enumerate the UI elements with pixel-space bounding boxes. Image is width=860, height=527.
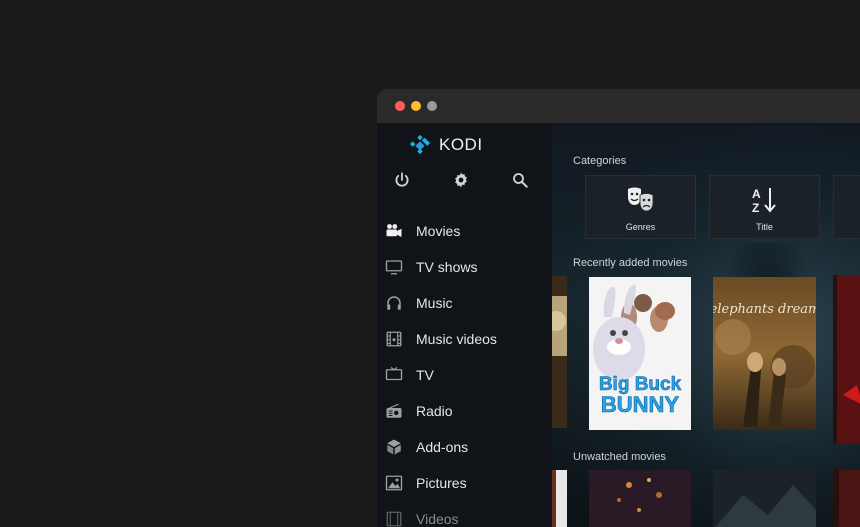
movie-camera-icon: [385, 222, 403, 240]
sidebar-item-movies[interactable]: Movies: [377, 213, 552, 249]
movie-poster-partial-right[interactable]: [833, 275, 860, 443]
sidebar-item-music-videos[interactable]: Music videos: [377, 321, 552, 357]
picture-icon: [385, 474, 403, 492]
close-window-button[interactable]: [395, 101, 405, 111]
sidebar-item-label: Videos: [416, 511, 459, 527]
category-genres[interactable]: Genres: [585, 175, 696, 239]
poster-title-line2: BUNNY: [601, 392, 680, 417]
radio-icon: [385, 402, 403, 420]
movie-poster-unwatched-partial-left[interactable]: [552, 470, 567, 527]
sidebar-item-label: Radio: [416, 403, 453, 419]
category-partial[interactable]: [833, 175, 860, 239]
sidebar-item-label: Music: [416, 295, 453, 311]
sidebar-item-label: Movies: [416, 223, 461, 239]
film-strip-icon: [385, 510, 403, 527]
app-content: KODI Movies TV shows Music Music videos …: [377, 123, 860, 527]
tv-icon: [385, 366, 403, 384]
theater-masks-icon: [626, 186, 656, 214]
sidebar-item-label: Music videos: [416, 331, 497, 347]
sidebar-item-label: TV: [416, 367, 434, 383]
app-window: KODI Movies TV shows Music Music videos …: [377, 89, 860, 527]
sidebar-item-tv[interactable]: TV: [377, 357, 552, 393]
category-label: Genres: [625, 222, 656, 232]
tv-icon: [385, 258, 403, 276]
poster-title: elephants dream: [713, 302, 816, 317]
app-name: KODI: [439, 135, 483, 154]
gear-icon[interactable]: [452, 171, 472, 191]
power-icon[interactable]: [393, 171, 413, 191]
sidebar-item-radio[interactable]: Radio: [377, 393, 552, 429]
movie-poster-unwatched-partial-right[interactable]: [833, 470, 860, 527]
kodi-logo-icon: [409, 134, 431, 155]
svg-text:Z: Z: [752, 201, 759, 214]
sidebar-item-label: Add-ons: [416, 439, 469, 455]
sidebar-item-tv-shows[interactable]: TV shows: [377, 249, 552, 285]
category-title[interactable]: A Z Title: [709, 175, 820, 239]
film-strip-icon: [385, 330, 403, 348]
sidebar-item-videos[interactable]: Videos: [377, 501, 552, 527]
category-label: Title: [756, 222, 773, 232]
sidebar: KODI Movies TV shows Music Music videos …: [377, 123, 552, 527]
kodi-logo[interactable]: KODI: [409, 133, 483, 157]
movie-poster-unwatched-1[interactable]: [589, 470, 691, 527]
main-panel: Categories Genres A Z Title Recently add…: [552, 123, 860, 527]
section-title-recently-added: Recently added movies: [573, 257, 688, 269]
headphones-icon: [385, 294, 403, 312]
section-title-categories: Categories: [573, 155, 627, 167]
box-icon: [385, 438, 403, 456]
sidebar-item-pictures[interactable]: Pictures: [377, 465, 552, 501]
svg-text:A: A: [752, 187, 761, 201]
sort-az-icon: A Z: [750, 186, 780, 215]
sidebar-item-music[interactable]: Music: [377, 285, 552, 321]
sidebar-item-label: Pictures: [416, 475, 467, 491]
search-icon[interactable]: [511, 171, 531, 191]
title-bar: [377, 89, 860, 123]
sidebar-top-icons: [377, 171, 552, 193]
minimize-window-button[interactable]: [411, 101, 421, 111]
zoom-window-button[interactable]: [427, 101, 437, 111]
section-title-unwatched: Unwatched movies: [573, 451, 666, 463]
movie-poster-unwatched-2[interactable]: [713, 470, 816, 527]
movie-poster-elephants-dream[interactable]: elephants dream: [713, 277, 816, 430]
sidebar-item-label: TV shows: [416, 259, 478, 275]
sidebar-item-add-ons[interactable]: Add-ons: [377, 429, 552, 465]
movie-poster-big-buck-bunny[interactable]: Big Buck BUNNY: [589, 277, 691, 430]
movie-poster-partial-left[interactable]: [552, 276, 567, 428]
